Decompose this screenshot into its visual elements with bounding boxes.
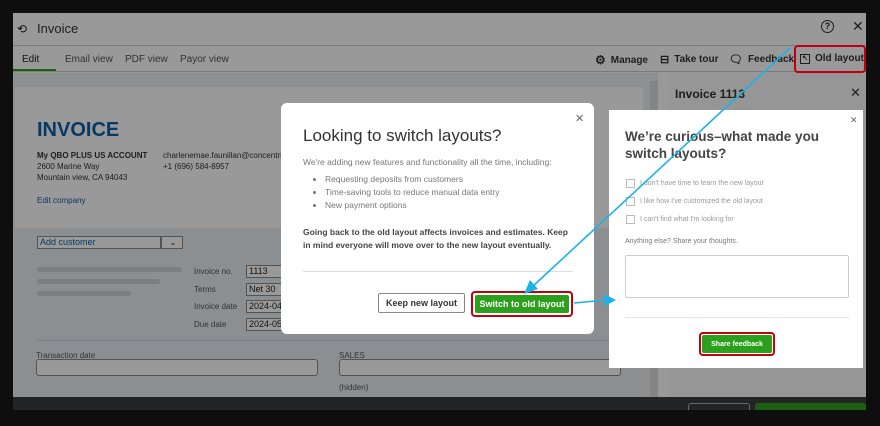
- arrow-line: [531, 47, 791, 288]
- arrow-line: [573, 299, 607, 304]
- annotation-arrows: [524, 47, 791, 306]
- arrowhead-icon: [604, 294, 616, 306]
- arrowhead-icon: [524, 280, 538, 294]
